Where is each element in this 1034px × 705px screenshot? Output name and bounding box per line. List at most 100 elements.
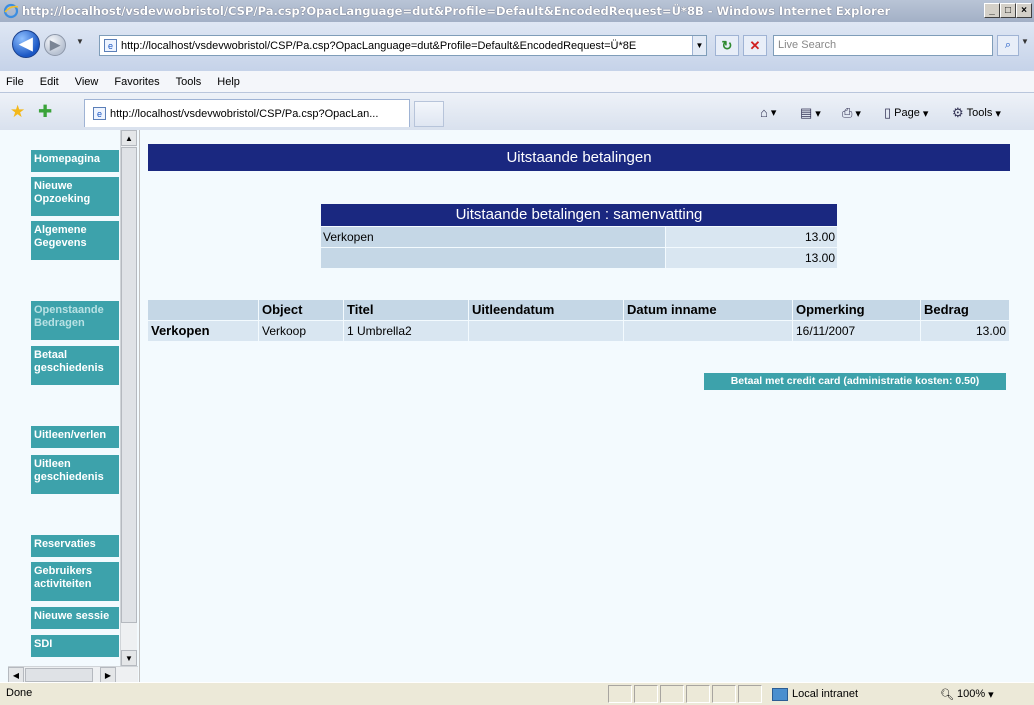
table-cell: 13.00 <box>921 321 1009 341</box>
gear-icon: ⚙ <box>952 105 964 120</box>
zone-label: Local intranet <box>792 688 859 700</box>
sidebar-item-betaal-geschiedenis[interactable]: Betaal geschiedenis <box>31 346 119 385</box>
menu-file[interactable]: File <box>6 76 24 88</box>
scroll-up-arrow-icon[interactable]: ▲ <box>121 130 137 146</box>
status-bar: Done Local intranet 🔍︎ 100% ▾ <box>0 682 1034 705</box>
refresh-button[interactable]: ↻ <box>715 35 739 56</box>
menu-favorites[interactable]: Favorites <box>114 76 159 88</box>
address-toolbar: ◀ ▶ ▼ e http://localhost/vsdevwobristol/… <box>0 22 1034 70</box>
status-text: Done <box>6 687 33 699</box>
browser-tab[interactable]: e http://localhost/vsdevwobristol/CSP/Pa… <box>84 99 410 127</box>
sidebar-item-homepagina[interactable]: Homepagina <box>31 150 119 172</box>
scroll-right-arrow-icon[interactable]: ▶ <box>100 667 116 682</box>
summary-label: Verkopen <box>321 227 665 247</box>
table-cell: Verkoop <box>259 321 343 341</box>
column-header-titel: Titel <box>344 300 468 320</box>
table-cell: 1 Umbrella2 <box>344 321 468 341</box>
search-options-dropdown-icon[interactable]: ▼ <box>1021 37 1029 46</box>
address-bar[interactable]: e http://localhost/vsdevwobristol/CSP/Pa… <box>99 35 707 56</box>
minimize-button[interactable]: _ <box>984 3 1000 18</box>
tab-command-bar: ★ ✚ e http://localhost/vsdevwobristol/CS… <box>0 92 1034 130</box>
recent-pages-dropdown-icon[interactable]: ▼ <box>76 37 84 46</box>
close-button[interactable]: × <box>1016 3 1032 18</box>
menu-view[interactable]: View <box>75 76 99 88</box>
search-button[interactable]: ⌕ <box>997 35 1019 56</box>
sidebar-item-nieuwe-opzoeking[interactable]: Nieuwe Opzoeking <box>31 177 119 216</box>
left-frame-vertical-scrollbar[interactable]: ▲ ▼ <box>120 130 137 666</box>
scroll-left-arrow-icon[interactable]: ◀ <box>8 667 24 682</box>
column-header-bedrag: Bedrag <box>921 300 1009 320</box>
sidebar-item-gebruikers-activiteiten[interactable]: Gebruikers activiteiten <box>31 562 119 601</box>
back-arrow-icon: ◀ <box>19 34 33 53</box>
menu-tools[interactable]: Tools <box>176 76 202 88</box>
menu-edit[interactable]: Edit <box>40 76 59 88</box>
favorites-star-icon[interactable]: ★ <box>10 102 25 122</box>
summary-total-label <box>321 248 665 268</box>
page-icon: e <box>104 39 117 52</box>
maximize-button[interactable]: □ <box>1000 3 1016 18</box>
pay-credit-card-button[interactable]: Betaal met credit card (administratie ko… <box>704 373 1006 390</box>
summary-table: Uitstaande betalingen : samenvatting Ver… <box>321 204 837 268</box>
stop-button[interactable]: ✕ <box>743 35 767 56</box>
tools-menu-button[interactable]: ⚙ Tools ▾ <box>952 105 1001 121</box>
stop-icon: ✕ <box>749 37 761 53</box>
summary-title: Uitstaande betalingen : samenvatting <box>321 204 837 226</box>
status-panel <box>738 685 762 703</box>
horizontal-scroll-thumb[interactable] <box>25 668 93 682</box>
window-title: http://localhost/vsdevwobristol/CSP/Pa.c… <box>22 4 891 18</box>
summary-row: Verkopen 13.00 <box>321 227 837 247</box>
address-input[interactable]: http://localhost/vsdevwobristol/CSP/Pa.c… <box>121 40 636 52</box>
status-panel <box>608 685 632 703</box>
search-icon: ⌕ <box>1004 39 1012 51</box>
home-icon: ⌂ <box>760 105 768 120</box>
feeds-icon: ▤ <box>800 105 813 120</box>
refresh-icon: ↻ <box>721 37 733 53</box>
menu-bar: File Edit View Favorites Tools Help <box>0 70 1034 92</box>
print-icon: ⎙ <box>842 105 853 120</box>
status-panel <box>686 685 710 703</box>
zoom-icon: 🔍︎ <box>940 688 954 701</box>
new-tab-button[interactable] <box>414 101 444 127</box>
add-favorites-icon[interactable]: ✚ <box>38 102 52 122</box>
page-title: Uitstaande betalingen <box>148 144 1010 171</box>
status-panel <box>660 685 684 703</box>
summary-total-value: 13.00 <box>666 248 837 268</box>
sidebar-item-openstaande-bedragen: Openstaande Bedragen <box>31 301 119 340</box>
table-row: Verkopen Verkoop 1 Umbrella2 16/11/2007 … <box>148 321 1010 341</box>
feeds-button[interactable]: ▤ ▾ <box>800 105 821 121</box>
summary-value: 13.00 <box>666 227 837 247</box>
scroll-down-arrow-icon[interactable]: ▼ <box>121 650 137 666</box>
sidebar-item-nieuwe-sessie[interactable]: Nieuwe sessie <box>31 607 119 629</box>
window-title-bar: http://localhost/vsdevwobristol/CSP/Pa.c… <box>0 0 1034 22</box>
vertical-scroll-thumb[interactable] <box>121 147 137 623</box>
left-frame-horizontal-scrollbar[interactable]: ◀ ▶ <box>8 666 138 682</box>
status-panel <box>712 685 736 703</box>
sidebar-item-algemene-gegevens[interactable]: Algemene Gegevens <box>31 221 119 260</box>
menu-help[interactable]: Help <box>217 76 240 88</box>
table-header-row: Object Titel Uitleendatum Datum inname O… <box>148 300 1010 320</box>
page-content: Homepagina Nieuwe Opzoeking Algemene Geg… <box>0 130 1034 682</box>
tools-menu-label: Tools <box>966 107 993 119</box>
sidebar-item-uitleen-verlengen[interactable]: Uitleen/verlen <box>31 426 119 448</box>
home-button[interactable]: ⌂ ▾ <box>760 105 776 120</box>
summary-total-row: 13.00 <box>321 248 837 268</box>
table-cell <box>624 321 792 341</box>
search-input[interactable]: Live Search <box>773 35 993 56</box>
forward-button[interactable]: ▶ <box>44 34 66 56</box>
table-cell: 16/11/2007 <box>793 321 920 341</box>
sidebar-item-uitleen-geschiedenis[interactable]: Uitleen geschiedenis <box>31 455 119 494</box>
table-cell: Verkopen <box>148 321 258 341</box>
back-button[interactable]: ◀ <box>12 30 40 58</box>
detail-table: Object Titel Uitleendatum Datum inname O… <box>148 300 1010 341</box>
sidebar-item-sdi[interactable]: SDI <box>31 635 119 657</box>
zoom-level: 100% <box>956 688 986 700</box>
print-button[interactable]: ⎙ ▾ <box>842 105 861 121</box>
zoom-control[interactable]: 🔍︎ 100% ▾ <box>940 685 994 703</box>
address-dropdown-icon[interactable]: ▼ <box>692 36 706 55</box>
column-header-opmerking: Opmerking <box>793 300 920 320</box>
tab-title: http://localhost/vsdevwobristol/CSP/Pa.c… <box>110 107 379 120</box>
zoom-dropdown-icon: ▾ <box>988 688 994 701</box>
page-menu-button[interactable]: ▯ Page ▾ <box>884 105 928 121</box>
ie-logo-icon <box>3 3 19 19</box>
sidebar-item-reservaties[interactable]: Reservaties <box>31 535 119 557</box>
